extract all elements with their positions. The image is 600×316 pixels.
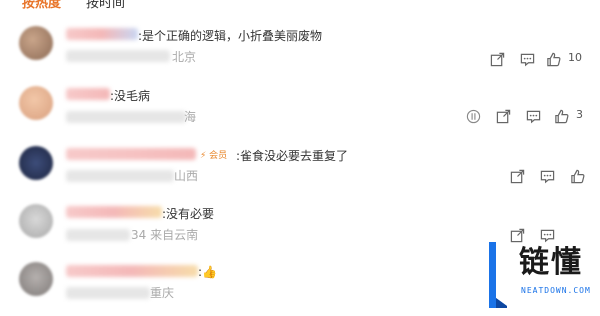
tab-by-hot[interactable]: 按热度 xyxy=(22,0,61,12)
comment-item: :是个正确的逻辑，小折叠美丽废物 北京 10 xyxy=(0,24,600,80)
comment-text: :没有必要 xyxy=(162,207,215,221)
comment-actions xyxy=(508,167,588,185)
username[interactable] xyxy=(66,148,196,160)
location: 北京 xyxy=(172,50,197,64)
vip-badge: ⚡ 会员 xyxy=(200,151,228,161)
comment-icon[interactable] xyxy=(518,50,536,68)
avatar[interactable] xyxy=(19,204,53,238)
location: 海 xyxy=(184,110,197,124)
comment-icon[interactable] xyxy=(538,167,556,185)
comment-actions: 10 xyxy=(488,50,588,68)
location: 山西 xyxy=(174,169,199,183)
username[interactable] xyxy=(66,265,198,277)
comment-icon[interactable] xyxy=(524,107,542,125)
comment-text: :雀食没必要去重复了 xyxy=(236,149,349,163)
avatar[interactable] xyxy=(19,262,53,296)
timestamp xyxy=(66,111,186,123)
watermark-logo: 链懂 NEATDOWN.COM xyxy=(483,240,600,309)
watermark-subtitle: NEATDOWN.COM xyxy=(521,286,591,295)
like-count: 3 xyxy=(576,108,583,121)
like-icon[interactable] xyxy=(568,167,586,185)
avatar[interactable] xyxy=(19,146,53,180)
location: 34 来自云南 xyxy=(131,228,199,242)
logo-mark-icon xyxy=(489,242,507,308)
username[interactable] xyxy=(66,206,162,218)
comment-text: :👍 xyxy=(198,265,217,279)
comment-actions: 3 xyxy=(464,107,588,125)
comment-text: :没毛病 xyxy=(110,89,151,103)
watermark-title: 链懂 xyxy=(519,245,583,280)
info-icon[interactable] xyxy=(464,107,482,125)
share-icon[interactable] xyxy=(494,107,512,125)
avatar[interactable] xyxy=(19,86,53,120)
like-count: 10 xyxy=(568,51,582,64)
username[interactable] xyxy=(66,88,110,100)
share-icon[interactable] xyxy=(508,167,526,185)
tab-by-time[interactable]: 按时间 xyxy=(86,0,125,12)
location: 重庆 xyxy=(150,286,175,300)
like-icon[interactable] xyxy=(552,107,570,125)
timestamp xyxy=(66,229,130,241)
sort-tabs: 按热度 按时间 xyxy=(0,0,600,18)
timestamp xyxy=(66,50,170,62)
like-icon[interactable] xyxy=(544,50,562,68)
share-icon[interactable] xyxy=(488,50,506,68)
username[interactable] xyxy=(66,28,138,40)
comment-text: :是个正确的逻辑，小折叠美丽废物 xyxy=(138,29,323,43)
comment-item: :没毛病 海 3 xyxy=(0,84,600,140)
timestamp xyxy=(66,170,174,182)
comment-item: ⚡ 会员 :雀食没必要去重复了 山西 xyxy=(0,144,600,200)
avatar[interactable] xyxy=(19,26,53,60)
timestamp xyxy=(66,287,150,299)
